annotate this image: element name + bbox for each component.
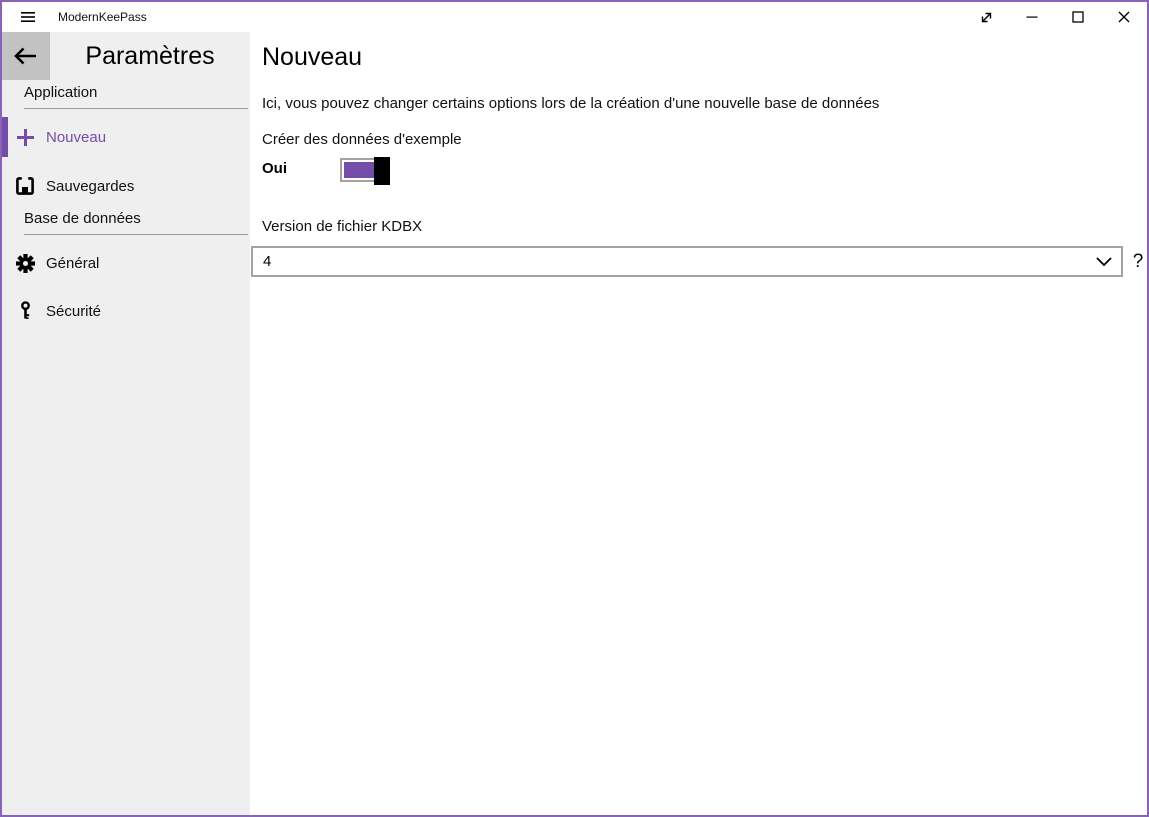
fullscreen-button[interactable]: [963, 2, 1009, 32]
hamburger-icon: [21, 11, 35, 23]
app-window: { "colors": { "accent": "#744da9", "wind…: [0, 0, 1149, 817]
sidebar-item-general[interactable]: Général: [2, 243, 250, 283]
settings-sidebar: Paramètres Application Nouveau Sauvegard…: [2, 32, 250, 815]
section-label-base-de-donnees: Base de données: [24, 210, 248, 235]
sidebar-item-label: Nouveau: [46, 129, 106, 146]
kdbx-version-value: 4: [253, 253, 1087, 270]
minimize-button[interactable]: [1009, 2, 1055, 32]
toggle-knob[interactable]: [374, 157, 390, 185]
kdbx-version-select[interactable]: 4: [251, 246, 1123, 277]
hamburger-menu-button[interactable]: [10, 4, 46, 30]
key-icon: [15, 301, 35, 321]
sample-data-label: Créer des données d'exemple: [262, 131, 462, 148]
toggle-state-label: Oui: [262, 160, 287, 177]
titlebar: ModernKeePass: [2, 2, 1147, 32]
section-label-application: Application: [24, 84, 248, 109]
kdbx-version-label: Version de fichier KDBX: [262, 218, 422, 235]
back-arrow-icon: [13, 46, 39, 66]
toggle-fill: [344, 162, 378, 178]
save-icon: [15, 176, 35, 196]
sidebar-item-label: Sécurité: [46, 303, 101, 320]
minimize-icon: [1026, 11, 1038, 23]
maximize-icon: [1072, 11, 1084, 23]
page-description: Ici, vous pouvez changer certains option…: [262, 95, 879, 112]
plus-icon: [15, 127, 35, 147]
maximize-button[interactable]: [1055, 2, 1101, 32]
selection-indicator: [2, 117, 8, 157]
app-title: ModernKeePass: [58, 2, 147, 32]
back-button[interactable]: [2, 32, 50, 80]
sidebar-item-sauvegardes[interactable]: Sauvegardes: [2, 166, 250, 206]
gear-icon: [15, 253, 35, 273]
page-title: Nouveau: [262, 43, 362, 72]
fullscreen-icon: [979, 10, 994, 25]
chevron-down-icon: [1087, 257, 1121, 266]
sample-data-toggle[interactable]: [340, 158, 382, 182]
main-content: Nouveau Ici, vous pouvez changer certain…: [250, 32, 1147, 815]
sidebar-item-label: Général: [46, 255, 99, 272]
sidebar-item-label: Sauvegardes: [46, 178, 134, 195]
close-button[interactable]: [1101, 2, 1147, 32]
sidebar-item-nouveau[interactable]: Nouveau: [2, 117, 250, 157]
sidebar-item-securite[interactable]: Sécurité: [2, 291, 250, 331]
window-controls: [963, 2, 1147, 32]
sidebar-heading: Paramètres: [50, 32, 250, 80]
close-icon: [1118, 11, 1130, 23]
kdbx-help-button[interactable]: ?: [1126, 246, 1149, 277]
